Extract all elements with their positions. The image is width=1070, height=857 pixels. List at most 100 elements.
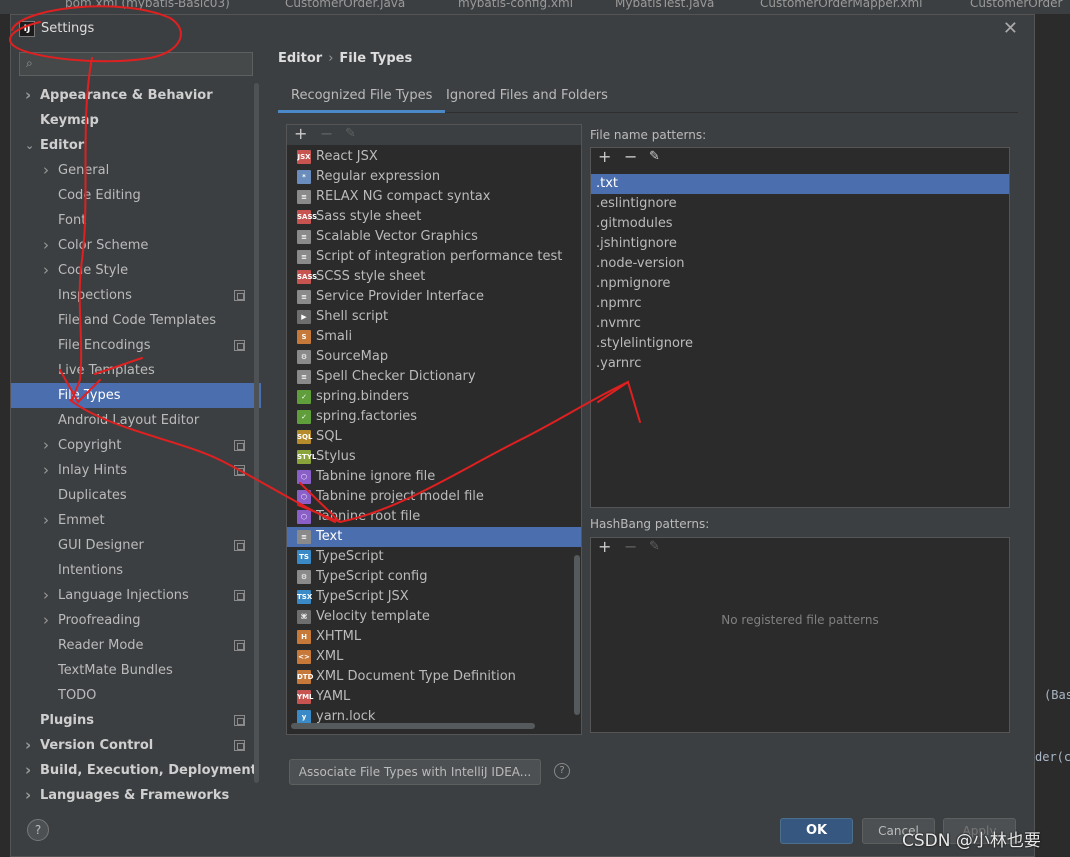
file-type-row[interactable]: ≡ Scalable Vector Graphics — [287, 227, 581, 247]
file-type-row[interactable]: DTD XML Document Type Definition — [287, 667, 581, 687]
ide-editor-tab[interactable]: pom.xml (mybatis-Basic03) — [65, 0, 230, 14]
tab-recognized-file-types[interactable]: Recognized File Types — [278, 83, 446, 113]
sidebar-item-copyright[interactable]: › Copyright — [11, 433, 261, 458]
sidebar-item-file-and-code-templates[interactable]: File and Code Templates — [11, 308, 261, 333]
ide-editor-tab[interactable]: CustomerOrder — [970, 0, 1062, 14]
file-name-pattern-item[interactable]: .node-version — [591, 254, 1009, 274]
ide-editor-tab[interactable]: mybatis-config.xml — [458, 0, 573, 14]
chevron-down-icon[interactable]: ⌄ — [25, 133, 37, 158]
sidebar-item-file-encodings[interactable]: File Encodings — [11, 333, 261, 358]
file-types-vertical-scrollbar[interactable] — [574, 555, 580, 715]
add-pattern-icon[interactable]: + — [598, 148, 611, 166]
ok-button[interactable]: OK — [780, 818, 853, 844]
sidebar-item-android-layout-editor[interactable]: Android Layout Editor — [11, 408, 261, 433]
sidebar-item-appearance-behavior[interactable]: › Appearance & Behavior — [11, 83, 261, 108]
edit-icon[interactable]: ✎ — [345, 125, 356, 143]
file-type-row[interactable]: S Smali — [287, 327, 581, 347]
file-name-pattern-item[interactable]: .stylelintignore — [591, 334, 1009, 354]
file-name-pattern-item[interactable]: .gitmodules — [591, 214, 1009, 234]
file-type-row[interactable]: ✓ spring.binders — [287, 387, 581, 407]
sidebar-item-color-scheme[interactable]: › Color Scheme — [11, 233, 261, 258]
file-name-pattern-item[interactable]: .npmignore — [591, 274, 1009, 294]
file-type-row[interactable]: STYL Stylus — [287, 447, 581, 467]
tab-ignored-files-and-folders[interactable]: Ignored Files and Folders — [433, 83, 621, 113]
sidebar-item-code-editing[interactable]: Code Editing — [11, 183, 261, 208]
file-type-row[interactable]: ⚙ SourceMap — [287, 347, 581, 367]
sidebar-item-file-types[interactable]: File Types — [11, 383, 261, 408]
add-icon[interactable]: + — [294, 125, 307, 143]
sidebar-item-live-templates[interactable]: Live Templates — [11, 358, 261, 383]
file-type-row[interactable]: JSX React JSX — [287, 147, 581, 167]
file-type-row[interactable]: H XHTML — [287, 627, 581, 647]
file-type-row[interactable]: ⬡ Tabnine ignore file — [287, 467, 581, 487]
chevron-right-icon[interactable]: › — [25, 758, 37, 783]
file-name-pattern-item[interactable]: .eslintignore — [591, 194, 1009, 214]
file-type-row[interactable]: ≡ Script of integration performance test — [287, 247, 581, 267]
chevron-right-icon[interactable]: › — [43, 458, 55, 483]
sidebar-item-code-style[interactable]: › Code Style — [11, 258, 261, 283]
associate-file-types-button[interactable]: Associate File Types with IntelliJ IDEA.… — [289, 759, 541, 785]
remove-icon[interactable]: − — [320, 125, 333, 143]
file-types-horizontal-scrollbar[interactable] — [291, 723, 535, 729]
file-name-pattern-item[interactable]: .txt — [591, 174, 1009, 194]
breadcrumb-parent[interactable]: Editor — [278, 51, 322, 66]
file-type-row[interactable]: ≡ Spell Checker Dictionary — [287, 367, 581, 387]
sidebar-item-build-execution-deployment[interactable]: › Build, Execution, Deployment — [11, 758, 261, 783]
file-type-row[interactable]: ≡ Text — [287, 527, 581, 547]
sidebar-item-language-injections[interactable]: › Language Injections — [11, 583, 261, 608]
ide-editor-tab[interactable]: CustomerOrderMapper.xml — [760, 0, 923, 14]
sidebar-item-plugins[interactable]: Plugins — [11, 708, 261, 733]
file-type-row[interactable]: TS TypeScript — [287, 547, 581, 567]
file-type-row[interactable]: * Regular expression — [287, 167, 581, 187]
chevron-right-icon[interactable]: › — [43, 608, 55, 633]
chevron-right-icon[interactable]: › — [43, 158, 55, 183]
edit-hashbang-icon[interactable]: ✎ — [649, 538, 660, 556]
file-name-pattern-item[interactable]: .yarnrc — [591, 354, 1009, 374]
chevron-right-icon[interactable]: › — [25, 733, 37, 758]
remove-hashbang-icon[interactable]: − — [624, 538, 637, 556]
search-input[interactable]: ⌕ — [19, 52, 253, 76]
sidebar-item-proofreading[interactable]: › Proofreading — [11, 608, 261, 633]
sidebar-item-inlay-hints[interactable]: › Inlay Hints — [11, 458, 261, 483]
file-type-row[interactable]: SASS Sass style sheet — [287, 207, 581, 227]
file-type-row[interactable]: ⚙ TypeScript config — [287, 567, 581, 587]
sidebar-item-editor[interactable]: ⌄ Editor — [11, 133, 261, 158]
file-type-row[interactable]: ▶ Shell script — [287, 307, 581, 327]
file-name-pattern-item[interactable]: .npmrc — [591, 294, 1009, 314]
help-circle-icon[interactable]: ? — [554, 763, 570, 779]
sidebar-item-font[interactable]: Font — [11, 208, 261, 233]
sidebar-item-emmet[interactable]: › Emmet — [11, 508, 261, 533]
chevron-right-icon[interactable]: › — [43, 433, 55, 458]
sidebar-item-todo[interactable]: TODO — [11, 683, 261, 708]
edit-pattern-icon[interactable]: ✎ — [649, 148, 660, 166]
file-type-row[interactable]: ✓ spring.factories — [287, 407, 581, 427]
file-type-row[interactable]: ⌘ Velocity template — [287, 607, 581, 627]
chevron-right-icon[interactable]: › — [43, 508, 55, 533]
chevron-right-icon[interactable]: › — [43, 258, 55, 283]
sidebar-item-general[interactable]: › General — [11, 158, 261, 183]
file-name-pattern-item[interactable]: .nvmrc — [591, 314, 1009, 334]
chevron-right-icon[interactable]: › — [25, 83, 37, 108]
file-type-row[interactable]: TSX TypeScript JSX — [287, 587, 581, 607]
sidebar-item-gui-designer[interactable]: GUI Designer — [11, 533, 261, 558]
chevron-right-icon[interactable]: › — [43, 583, 55, 608]
help-button[interactable]: ? — [27, 819, 49, 841]
sidebar-item-inspections[interactable]: Inspections — [11, 283, 261, 308]
remove-pattern-icon[interactable]: − — [624, 148, 637, 166]
chevron-right-icon[interactable]: › — [43, 233, 55, 258]
file-type-row[interactable]: YML YAML — [287, 687, 581, 707]
sidebar-scrollbar[interactable] — [254, 83, 259, 783]
sidebar-item-reader-mode[interactable]: Reader Mode — [11, 633, 261, 658]
sidebar-item-textmate-bundles[interactable]: TextMate Bundles — [11, 658, 261, 683]
add-hashbang-icon[interactable]: + — [598, 538, 611, 556]
file-name-pattern-item[interactable]: .jshintignore — [591, 234, 1009, 254]
file-type-row[interactable]: <> XML — [287, 647, 581, 667]
file-type-row[interactable]: SASS SCSS style sheet — [287, 267, 581, 287]
sidebar-item-duplicates[interactable]: Duplicates — [11, 483, 261, 508]
sidebar-item-intentions[interactable]: Intentions — [11, 558, 261, 583]
file-type-row[interactable]: ≡ RELAX NG compact syntax — [287, 187, 581, 207]
ide-editor-tab[interactable]: MybatisTest.java — [615, 0, 714, 14]
file-type-row[interactable]: SQL SQL — [287, 427, 581, 447]
close-icon[interactable]: ✕ — [1003, 18, 1018, 39]
sidebar-item-version-control[interactable]: › Version Control — [11, 733, 261, 758]
